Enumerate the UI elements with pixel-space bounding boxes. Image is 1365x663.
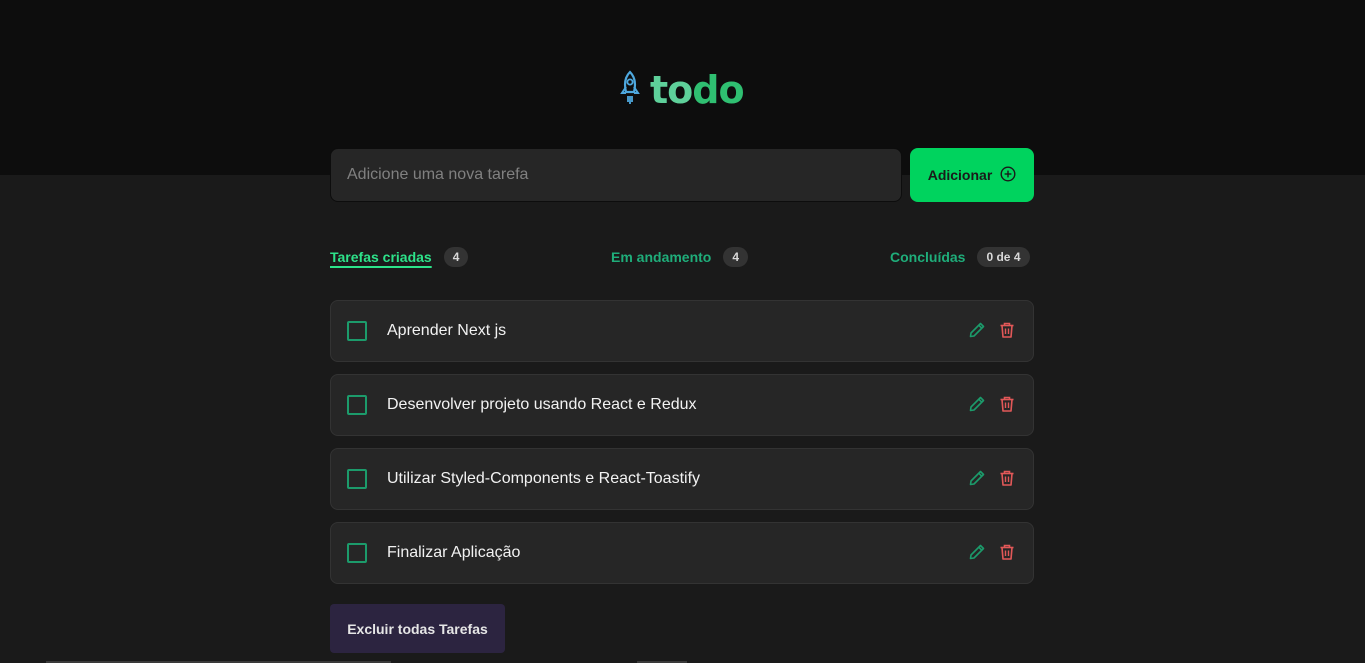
task-text: Utilizar Styled-Components e React-Toast… — [387, 470, 701, 487]
add-task-button[interactable]: Adicionar — [910, 148, 1034, 202]
tab-done[interactable]: Concluídas — [890, 249, 965, 265]
done-count-badge: 0 de 4 — [977, 247, 1030, 267]
pencil-icon — [969, 544, 985, 560]
edit-task-button[interactable] — [967, 468, 987, 488]
add-task-form: Adicionar — [330, 148, 1034, 202]
logo-text-part2: do — [692, 68, 744, 112]
delete-task-button[interactable] — [997, 320, 1017, 340]
stat-in-progress[interactable]: Em andamento 4 — [611, 246, 749, 268]
delete-task-button[interactable] — [997, 542, 1017, 562]
edit-task-button[interactable] — [967, 542, 987, 562]
task-item: Utilizar Styled-Components e React-Toast… — [330, 448, 1034, 510]
task-list: Aprender Next js Desenvolver projeto usa… — [330, 300, 1034, 596]
created-count-badge: 4 — [443, 247, 469, 267]
plus-circle-icon — [1000, 165, 1016, 185]
trash-icon — [1000, 396, 1014, 412]
stat-done[interactable]: Concluídas 0 de 4 — [890, 246, 1030, 268]
delete-task-button[interactable] — [997, 394, 1017, 414]
trash-icon — [1000, 322, 1014, 338]
logo-text-part1: to — [650, 68, 693, 112]
task-checkbox[interactable] — [347, 395, 367, 415]
task-text: Finalizar Aplicação — [387, 544, 521, 561]
rocket-icon — [618, 69, 642, 111]
add-button-label: Adicionar — [927, 167, 993, 183]
trash-icon — [1000, 470, 1014, 486]
task-checkbox[interactable] — [347, 321, 367, 341]
task-item: Aprender Next js — [330, 300, 1034, 362]
new-task-input[interactable] — [330, 148, 902, 202]
task-checkbox[interactable] — [347, 469, 367, 489]
task-stats: Tarefas criadas 4 Em andamento 4 Concluí… — [330, 246, 1034, 270]
delete-task-button[interactable] — [997, 468, 1017, 488]
pencil-icon — [969, 470, 985, 486]
in-progress-count-badge: 4 — [723, 247, 749, 267]
task-text: Desenvolver projeto usando React e Redux — [387, 396, 697, 413]
logo: todo — [618, 68, 745, 112]
edit-task-button[interactable] — [967, 320, 987, 340]
tab-created-tasks[interactable]: Tarefas criadas — [330, 249, 432, 265]
task-item: Finalizar Aplicação — [330, 522, 1034, 584]
tab-in-progress[interactable]: Em andamento — [611, 249, 711, 265]
stat-created[interactable]: Tarefas criadas 4 — [330, 246, 469, 268]
task-text: Aprender Next js — [387, 322, 507, 339]
edit-task-button[interactable] — [967, 394, 987, 414]
delete-all-tasks-button[interactable]: Excluir todas Tarefas — [330, 604, 505, 653]
pencil-icon — [969, 322, 985, 338]
task-item: Desenvolver projeto usando React e Redux — [330, 374, 1034, 436]
logo-text: todo — [650, 68, 745, 112]
trash-icon — [1000, 544, 1014, 560]
task-checkbox[interactable] — [347, 543, 367, 563]
pencil-icon — [969, 396, 985, 412]
